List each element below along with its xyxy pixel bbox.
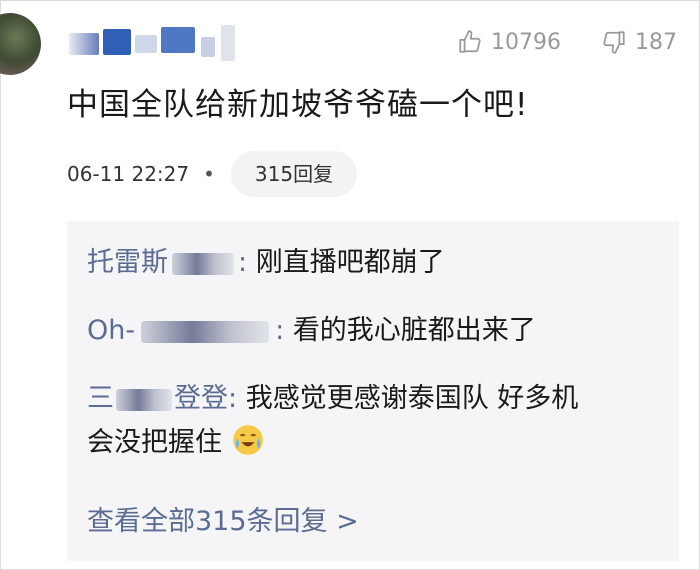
reply-text-continued: 会没把握住 (87, 427, 222, 458)
thumbs-down-icon (603, 31, 625, 54)
reply-text: 刚直播吧都崩了 (255, 247, 445, 278)
reply-author[interactable]: Oh-: (87, 315, 284, 346)
reply-item[interactable]: 托雷斯: 刚直播吧都崩了 (87, 241, 661, 285)
comment-stats: 10796 187 (457, 27, 677, 57)
avatar[interactable] (0, 13, 41, 75)
comment-meta: 06-11 22:27 • 315回复 (67, 151, 358, 197)
view-all-replies-link[interactable]: 查看全部315条回复 > (87, 499, 359, 538)
meta-separator: • (203, 162, 215, 186)
like-button[interactable]: 10796 (457, 29, 561, 55)
reply-author-name: Oh- (87, 315, 136, 346)
reply-text: 看的我心脏都出来了 (292, 315, 536, 346)
crying-laugh-emoji-icon (232, 425, 263, 455)
reply-author[interactable]: 托雷斯: (87, 247, 247, 278)
comment-text: 中国全队给新加坡爷爷磕一个吧! (67, 87, 529, 123)
reply-text: 我感觉更感谢泰国队 好多机 (245, 383, 579, 414)
blurred-name (172, 252, 234, 275)
reply-colon: : (238, 247, 248, 278)
dislike-button[interactable]: 187 (601, 29, 677, 55)
reply-author-name-end: 登登 (174, 383, 228, 414)
reply-author[interactable]: 三 登登: (87, 383, 237, 414)
blurred-name (116, 388, 172, 411)
username-blurred[interactable] (63, 21, 243, 61)
blurred-name (141, 320, 270, 343)
reply-item[interactable]: 三 登登: 我感觉更感谢泰国队 好多机 会没把握住 (87, 377, 661, 465)
reply-colon: : (275, 315, 285, 346)
like-count: 10796 (491, 29, 561, 55)
reply-colon: : (228, 383, 238, 414)
replies-panel: 托雷斯: 刚直播吧都崩了 Oh-: 看的我心脏都出来了 三 登登: 我感觉更感谢泰… (67, 221, 679, 561)
reply-author-name: 三 (87, 383, 114, 414)
reply-count-button[interactable]: 315回复 (230, 151, 358, 197)
thumbs-up-icon (459, 30, 481, 53)
timestamp: 06-11 22:27 (67, 162, 190, 186)
dislike-count: 187 (635, 29, 677, 55)
reply-item[interactable]: Oh-: 看的我心脏都出来了 (87, 309, 661, 353)
comment-card: 10796 187 中国全队给新加坡爷爷磕一个吧! 06-11 22:27 • … (0, 0, 700, 570)
reply-author-name: 托雷斯 (87, 247, 168, 278)
